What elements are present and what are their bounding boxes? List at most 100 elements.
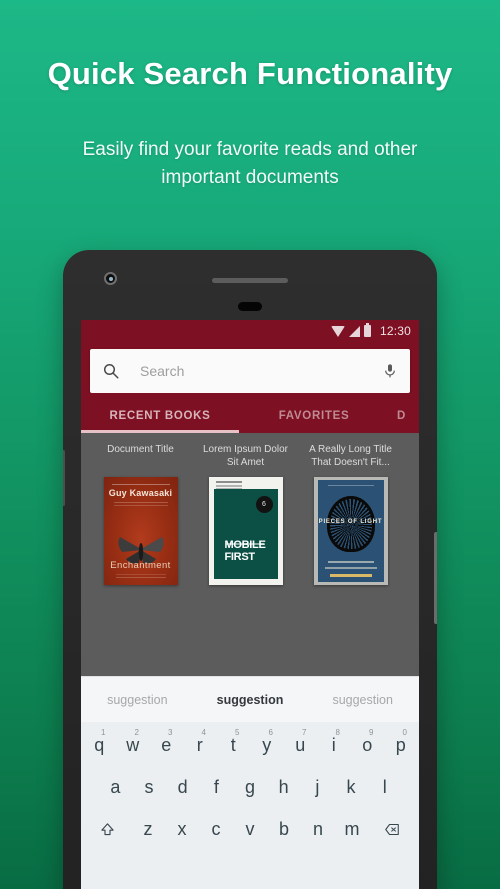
cover-header-lines [215,481,242,483]
key-label: o [362,734,373,755]
cover-panel: 6 MOBILE FIRST [213,489,278,579]
key-f[interactable]: f [201,770,232,804]
search-bar[interactable] [90,349,410,393]
search-icon [102,362,120,380]
promo-background: Quick Search Functionality Easily find y… [0,0,500,889]
tab-favorites[interactable]: FAVORITES [239,399,389,433]
cover-botrule [115,577,166,578]
tab-recent-books[interactable]: RECENT BOOKS [81,399,239,433]
search-input[interactable] [138,362,382,380]
key-d[interactable]: d [167,770,198,804]
shift-icon[interactable] [86,812,129,846]
key-v[interactable]: v [234,812,265,846]
key-p[interactable]: 0p [386,728,417,762]
key-e[interactable]: 3e [151,728,182,762]
key-k[interactable]: k [336,770,367,804]
list-item[interactable]: A Really Long Title That Doesn't Fit... … [303,443,398,585]
key-i[interactable]: 8i [319,728,350,762]
key-c[interactable]: c [200,812,231,846]
keyboard-row-1: 1q 2w 3e 4r 5t 6y 7u 8i 9o 0p [84,728,416,762]
key-num: 1 [101,728,106,737]
suggestion-item-1[interactable]: suggestion [81,693,194,707]
key-num: 4 [201,728,206,737]
tab-documents[interactable]: D [389,399,419,433]
tab-bar: RECENT BOOKS FAVORITES D [81,393,419,433]
cover-subline-2 [324,567,377,569]
key-n[interactable]: n [303,812,334,846]
key-num: 8 [335,728,340,737]
list-item[interactable]: Document Title Guy Kawasaki Enchantment [93,443,188,585]
volume-button[interactable] [63,450,65,506]
key-o[interactable]: 9o [352,728,383,762]
key-label: w [126,734,140,755]
signal-icon [348,325,360,337]
key-num: 0 [402,728,407,737]
key-u[interactable]: 7u [285,728,316,762]
key-label: p [395,734,406,755]
key-num: 9 [369,728,374,737]
suggestion-bar: suggestion suggestion suggestion [81,676,419,722]
key-num: 5 [235,728,240,737]
cover-badge: 6 [255,496,273,513]
battery-icon [363,323,371,337]
cover-panel: PIECES OF LIGHT [317,480,384,582]
page-subtitle: Easily find your favorite reads and othe… [82,139,418,188]
on-screen-keyboard: 1q 2w 3e 4r 5t 6y 7u 8i 9o 0p a s d f g … [81,722,419,889]
key-q[interactable]: 1q [84,728,115,762]
book-cover[interactable]: 6 MOBILE FIRST [208,477,283,585]
key-t[interactable]: 5t [218,728,249,762]
wifi-icon [330,325,345,337]
key-label: t [230,734,236,755]
key-x[interactable]: x [166,812,197,846]
book-title: A Really Long Title That Doesn't Fit... [309,444,392,468]
key-label: e [161,734,172,755]
cover-title: PIECES OF LIGHT [318,519,383,525]
phone-mockup: 12:30 Search RECENT BOOKS FAVORITES D Do… [63,250,437,889]
cover-rule [111,484,170,485]
book-cover[interactable]: PIECES OF LIGHT [313,477,388,585]
list-item[interactable]: Lorem Ipsum Dolor Sit Amet 6 MOBILE FIRS… [198,443,293,585]
suggestion-item-2[interactable]: suggestion [194,693,307,707]
key-s[interactable]: s [134,770,165,804]
book-cover[interactable]: Guy Kawasaki Enchantment [103,477,178,585]
key-label: u [295,734,306,755]
cover-author-line [329,574,372,577]
proximity-sensor-icon [238,302,262,311]
key-a[interactable]: a [100,770,131,804]
app-bar [81,342,419,393]
key-num: 2 [134,728,139,737]
cover-title: MOBILE FIRST [224,539,266,563]
key-y[interactable]: 6y [252,728,283,762]
book-title: Lorem Ipsum Dolor Sit Amet [202,444,289,468]
key-b[interactable]: b [269,812,300,846]
book-list: Document Title Guy Kawasaki Enchantment … [81,433,419,585]
suggestion-item-3[interactable]: suggestion [306,693,419,707]
key-g[interactable]: g [235,770,266,804]
front-camera-icon [104,272,117,285]
page-title: Quick Search Functionality [47,56,453,91]
key-num: 3 [168,728,173,737]
promo-header: Quick Search Functionality Easily find y… [0,56,500,192]
book-title: Document Title [107,444,174,455]
phone-top-bezel [63,250,437,320]
key-label: q [94,734,105,755]
key-r[interactable]: 4r [185,728,216,762]
key-num: 7 [302,728,307,737]
microphone-icon[interactable] [382,362,398,380]
cover-rule [327,485,374,486]
status-icons: 12:30 [330,323,411,338]
key-z[interactable]: z [132,812,163,846]
key-w[interactable]: 2w [118,728,149,762]
key-l[interactable]: l [369,770,400,804]
status-bar: 12:30 [81,320,419,342]
key-num: 6 [268,728,273,737]
key-m[interactable]: m [337,812,368,846]
power-button[interactable] [434,532,437,624]
backspace-icon[interactable] [371,812,414,846]
key-label: i [331,734,336,755]
key-h[interactable]: h [268,770,299,804]
cover-author: Guy Kawasaki [108,488,173,498]
key-j[interactable]: j [302,770,333,804]
cover-subline-1 [327,561,374,563]
earpiece-speaker-icon [212,278,288,283]
